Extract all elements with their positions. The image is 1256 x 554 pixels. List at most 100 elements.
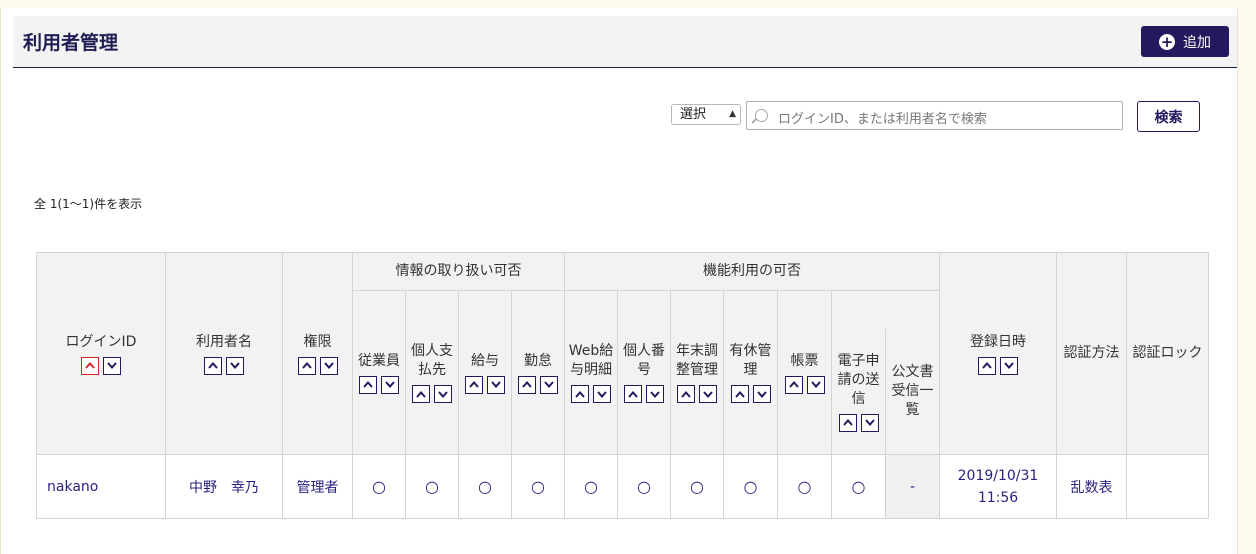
col-salary-label: 給与: [471, 352, 499, 369]
chevron-down-icon: [650, 390, 660, 398]
sort-asc-button[interactable]: [978, 356, 996, 375]
cell-auth-method[interactable]: 乱数表: [1056, 454, 1127, 519]
cell-salary: ○: [458, 454, 512, 519]
search-field-select[interactable]: 選択 ▲: [671, 104, 741, 125]
sort-asc-button[interactable]: [838, 413, 857, 432]
col-personal-payee: 個人支払先: [405, 290, 459, 455]
permission-mark: ○: [743, 477, 758, 496]
permission-mark: ○: [372, 477, 386, 496]
sort-asc-button[interactable]: [730, 385, 749, 403]
sort-asc-button[interactable]: [677, 385, 695, 403]
col-name-label: 利用者名: [196, 333, 252, 350]
sort-asc-button[interactable]: [571, 385, 589, 403]
sort-desc-button[interactable]: [226, 356, 244, 375]
user-name-link[interactable]: 中野 幸乃: [189, 480, 259, 496]
chevron-up-icon: [842, 419, 853, 426]
sort-desc-button[interactable]: [699, 385, 717, 403]
sort-desc-button[interactable]: [1000, 356, 1018, 375]
chevron-up-icon: [982, 362, 992, 369]
chevron-down-icon: [438, 390, 448, 398]
cell-year-end: ○: [670, 454, 724, 519]
registered-at-value: 2019/10/31 11:56: [957, 467, 1039, 506]
cell-employee: ○: [352, 454, 406, 519]
col-login-id-label: ログインID: [65, 333, 137, 350]
chevron-down-icon: [544, 381, 554, 388]
cell-official-doc: -: [885, 454, 940, 519]
chevron-up-icon: [469, 381, 479, 388]
chevron-up-icon: [208, 362, 218, 369]
permission-mark: ○: [531, 477, 545, 496]
chevron-up-icon: [416, 390, 426, 398]
sort-desc-button[interactable]: [381, 375, 399, 394]
auth-method-link[interactable]: 乱数表: [1071, 480, 1113, 496]
chevron-down-icon: [107, 362, 117, 369]
search-placeholder: ログインID、または利用者名で検索: [778, 112, 987, 127]
col-personal-number: 個人番号: [617, 290, 671, 455]
search-input[interactable]: ログインID、または利用者名で検索: [746, 101, 1123, 130]
col-name: 利用者名: [165, 252, 283, 455]
search-button[interactable]: 検索: [1137, 101, 1200, 132]
sort-desc-button[interactable]: [752, 385, 771, 403]
sort-desc-button[interactable]: [103, 356, 121, 375]
chevron-up-icon: [522, 381, 532, 388]
add-user-button[interactable]: + 追加: [1141, 26, 1229, 57]
chevron-down-icon: [385, 381, 395, 388]
col-role-label: 権限: [303, 333, 332, 350]
sort-desc-button[interactable]: [593, 385, 611, 403]
sort-asc-button[interactable]: [81, 356, 99, 375]
col-attendance-label: 勤怠: [524, 352, 552, 369]
chevron-up-icon: [628, 390, 638, 398]
cell-attendance: ○: [511, 454, 565, 519]
sort-asc-button[interactable]: [518, 375, 536, 394]
cell-paid-leave: ○: [723, 454, 778, 519]
permission-mark: ○: [797, 477, 812, 496]
permission-mark: ○: [690, 477, 704, 496]
cell-login-id[interactable]: nakano: [36, 454, 166, 519]
role-link[interactable]: 管理者: [297, 480, 339, 496]
col-web-payslip: Web給与明細: [564, 290, 618, 455]
sort-asc-button[interactable]: [359, 375, 377, 394]
group-info-handling: 情報の取り扱い可否: [352, 252, 565, 291]
sort-desc-button[interactable]: [860, 413, 879, 432]
search-select-value: 選択: [680, 107, 707, 122]
col-e-filing-label: 電子申請の送信: [837, 352, 880, 407]
page-header: 利用者管理 + 追加: [13, 16, 1237, 68]
col-personal-payee-label: 個人支払先: [411, 343, 453, 378]
sort-asc-button[interactable]: [412, 385, 430, 403]
page-title: 利用者管理: [23, 32, 119, 54]
sort-desc-button[interactable]: [434, 385, 452, 403]
permission-mark: ○: [478, 477, 492, 496]
permission-mark: ○: [425, 477, 439, 496]
col-year-end: 年末調整管理: [670, 290, 724, 455]
login-id-link[interactable]: nakano: [47, 479, 98, 495]
cell-personal-payee: ○: [405, 454, 459, 519]
col-employee: 従業員: [352, 290, 406, 455]
sort-desc-button[interactable]: [487, 375, 505, 394]
col-paid-leave-label: 有休管理: [729, 343, 772, 378]
chevron-down-icon: [756, 390, 767, 398]
sort-asc-button[interactable]: [465, 375, 483, 394]
col-employee-label: 従業員: [358, 352, 400, 369]
sort-desc-button[interactable]: [540, 375, 558, 394]
permission-mark: ○: [637, 477, 651, 496]
sort-desc-button[interactable]: [319, 356, 338, 375]
sort-asc-button[interactable]: [297, 356, 316, 375]
col-auth-lock: 認証ロック: [1126, 252, 1209, 455]
chevron-down-icon: [230, 362, 240, 369]
chevron-down-icon: [323, 362, 334, 369]
sort-desc-button[interactable]: [646, 385, 664, 403]
group-feature-usage: 機能利用の可否: [564, 252, 940, 291]
sort-asc-button[interactable]: [204, 356, 222, 375]
permission-mark: ○: [584, 477, 598, 496]
chevron-up-icon: [363, 381, 373, 388]
cell-role[interactable]: 管理者: [282, 454, 353, 519]
cell-name[interactable]: 中野 幸乃: [165, 454, 283, 519]
cell-registered-at: 2019/10/31 11:56: [939, 454, 1057, 519]
sort-asc-button[interactable]: [784, 375, 803, 394]
cell-e-filing: ○: [831, 454, 886, 519]
col-ledger: 帳票: [777, 290, 832, 455]
sort-asc-button[interactable]: [624, 385, 642, 403]
sort-desc-button[interactable]: [806, 375, 825, 394]
chevron-down-icon: [1004, 362, 1014, 369]
select-arrows-icon: ▲: [729, 109, 736, 119]
